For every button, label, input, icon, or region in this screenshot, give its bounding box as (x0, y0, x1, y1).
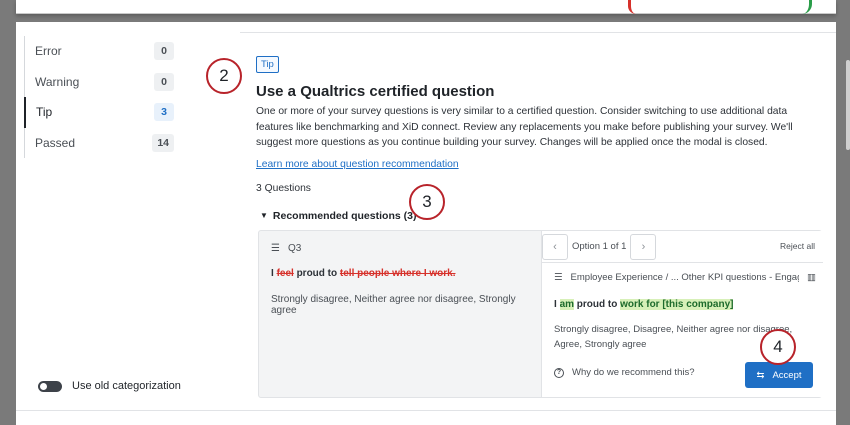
chevron-left-icon[interactable]: ‹ (542, 233, 568, 260)
sidebar-item-label: Warning (35, 74, 80, 89)
text-part: proud to (293, 268, 340, 279)
recommended-question-header: ☰ Employee Experience / ... Other KPI qu… (554, 272, 816, 283)
question-circle-icon: ? (554, 367, 564, 378)
original-question-pane: ☰ Q3 I feel proud to tell people where I… (259, 231, 541, 397)
warning-count-badge: 0 (154, 72, 174, 91)
recommended-questions-label: Recommended questions (3) (272, 209, 417, 222)
question-id: Q3 (287, 243, 302, 254)
option-label: Option 1 of 1 (572, 241, 627, 252)
score-gauge-red-arc (628, 0, 636, 14)
toggle-label: Use old categorization (72, 380, 181, 392)
swap-arrows-icon: ⇆ (756, 369, 765, 381)
accept-label: Accept (772, 369, 802, 381)
original-question-header: ☰ Q3 (271, 243, 529, 254)
inserted-text: am (559, 299, 575, 310)
tip-content: Tip Use a Qualtrics certified question O… (256, 54, 824, 222)
why-recommend-label: Why do we recommend this? (572, 367, 695, 378)
category-sidebar: Error 0 Warning 0 Tip 3 Passed 14 (24, 36, 174, 158)
tip-description: One or more of your survey questions is … (256, 106, 793, 148)
chevron-right-icon[interactable]: › (630, 233, 657, 260)
callout-marker-4: 4 (760, 329, 796, 365)
next-card-edge (16, 410, 836, 425)
error-count-badge: 0 (154, 42, 174, 60)
text-part: proud to (574, 299, 621, 310)
callout-marker-2: 2 (206, 58, 242, 94)
sidebar-item-passed[interactable]: Passed 14 (24, 127, 174, 158)
recommended-question-text: I am proud to work for [this company] (554, 299, 734, 310)
recommended-questions-toggle[interactable]: ▼ Recommended questions (3) (260, 210, 824, 222)
recommended-question-pane: ‹ Option 1 of 1 › Reject all ☰ Employee … (541, 231, 823, 397)
question-comparison-card: ☰ Q3 I feel proud to tell people where I… (258, 230, 823, 398)
sidebar-item-warning[interactable]: Warning 0 (24, 66, 174, 97)
tip-count-badge: 3 (154, 103, 174, 121)
tip-badge: Tip (256, 56, 279, 73)
callout-marker-3: 3 (409, 184, 445, 220)
sidebar-item-error[interactable]: Error 0 (24, 36, 174, 67)
sidebar-item-tip[interactable]: Tip 3 (24, 97, 174, 128)
scrollbar-thumb[interactable] (846, 60, 850, 150)
text-part: I (554, 299, 560, 310)
question-category: Employee Experience / ... Other KPI ques… (570, 272, 799, 283)
original-question-options: Strongly disagree, Neither agree nor dis… (271, 294, 516, 316)
sidebar-item-label: Passed (35, 135, 76, 150)
passed-count-badge: 14 (152, 133, 174, 152)
question-count: 3 Questions (256, 182, 311, 194)
why-recommend-link[interactable]: ? Why do we recommend this? (554, 367, 695, 378)
list-icon: ☰ (554, 272, 563, 283)
building-icon: ▥ (807, 272, 816, 283)
accept-button[interactable]: ⇆ Accept (745, 362, 813, 388)
list-icon: ☰ (271, 243, 280, 254)
old-categorization-toggle[interactable] (38, 380, 62, 392)
reject-all-button[interactable]: Reject all (780, 241, 815, 251)
survey-header-bar (16, 0, 836, 14)
sidebar-item-label: Error (35, 44, 62, 59)
option-navigation: ‹ Option 1 of 1 › Reject all (542, 231, 823, 263)
score-gauge-green-arc (802, 0, 812, 14)
tip-title: Use a Qualtrics certified question (256, 83, 495, 100)
sidebar-item-label: Tip (36, 105, 53, 120)
header-divider (240, 32, 836, 33)
original-question-text: I feel proud to tell people where I work… (271, 268, 529, 279)
old-categorization-toggle-row: Use old categorization (38, 380, 181, 392)
inserted-text: work for [this company] (620, 299, 734, 310)
caret-down-icon: ▼ (260, 211, 268, 220)
deleted-text: tell people where I work. (339, 268, 456, 279)
deleted-text: feel (276, 268, 294, 279)
learn-more-link[interactable]: Learn more about question recommendation (256, 159, 459, 170)
